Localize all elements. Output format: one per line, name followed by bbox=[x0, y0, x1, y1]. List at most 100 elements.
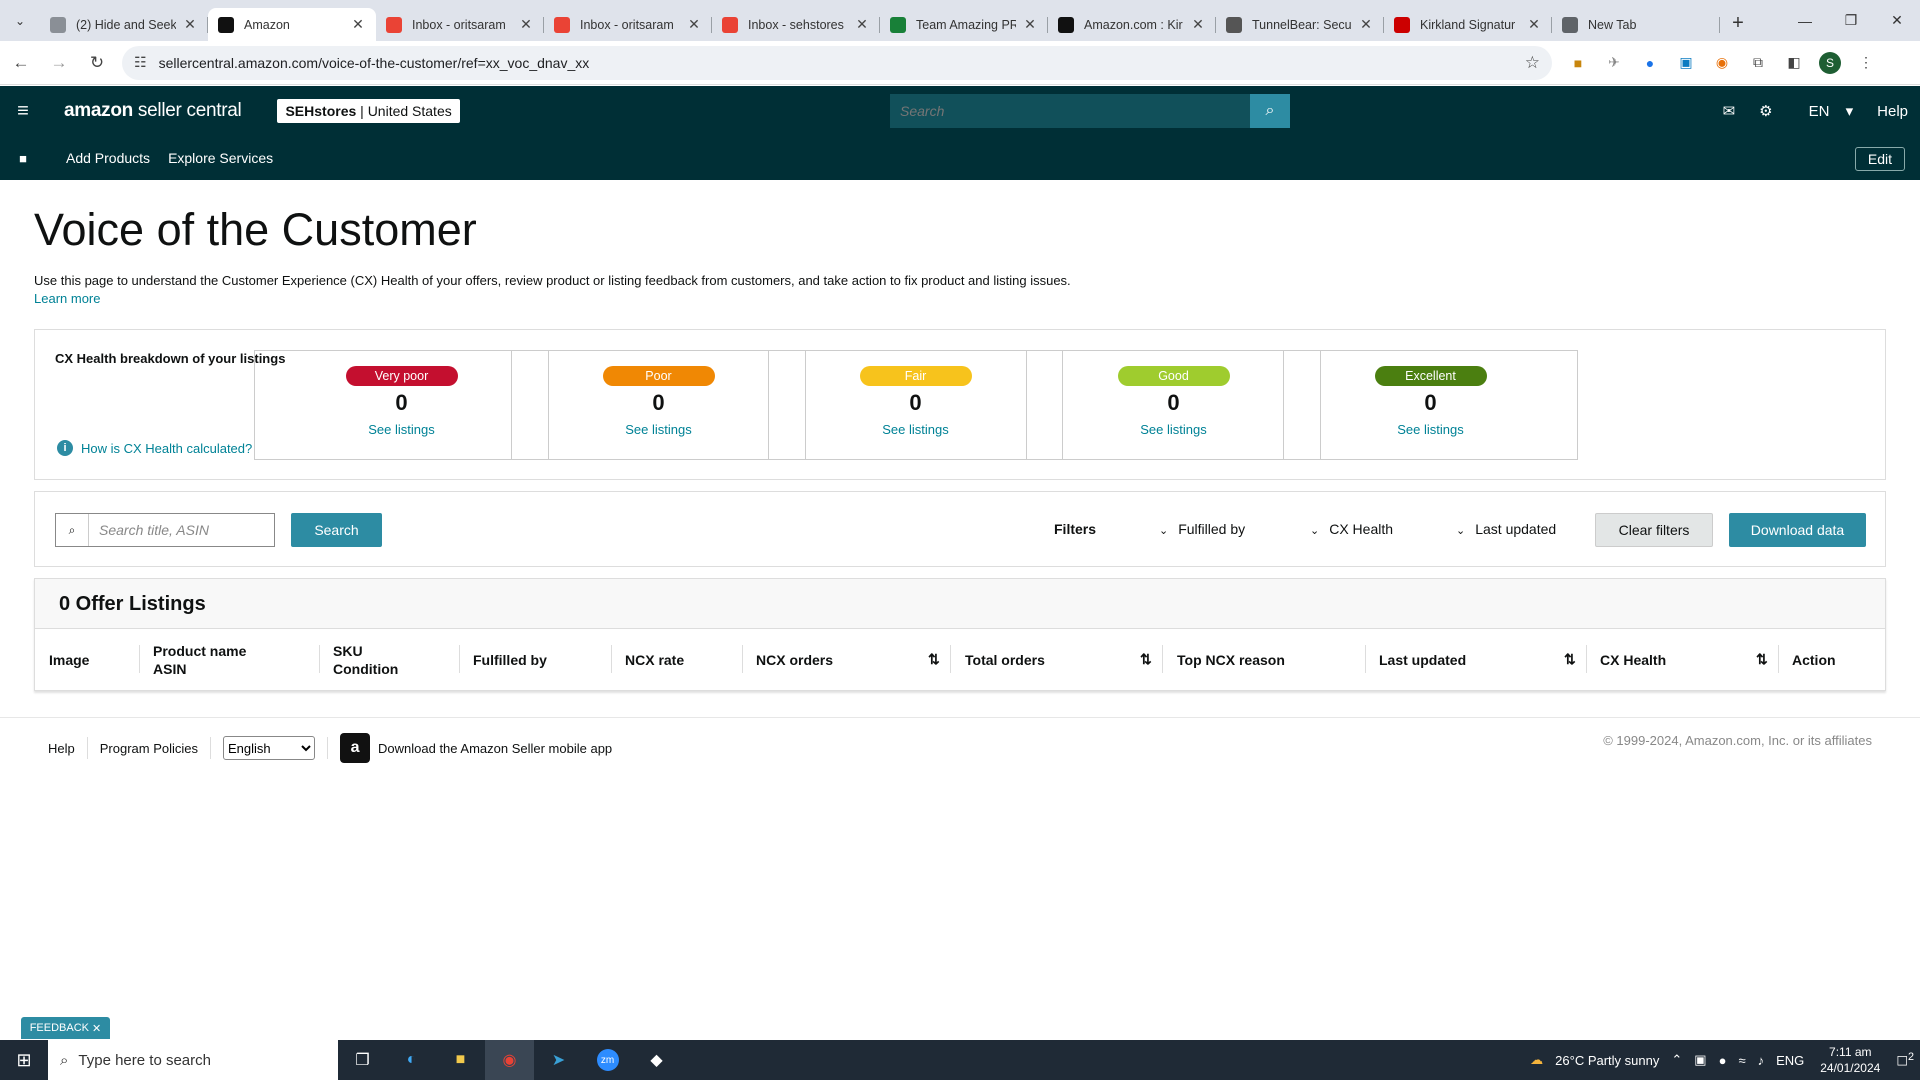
see-listings-link[interactable]: See listings bbox=[769, 422, 1062, 437]
header-search-input[interactable] bbox=[890, 94, 1250, 128]
col-last-updated[interactable]: Last updated bbox=[1379, 629, 1466, 691]
wifi-icon[interactable]: ≈ bbox=[1738, 1053, 1745, 1068]
clear-filters-button[interactable]: Clear filters bbox=[1595, 513, 1713, 547]
mobile-app-link[interactable]: Download the Amazon Seller mobile app bbox=[378, 741, 612, 756]
see-listings-link[interactable]: See listings bbox=[255, 422, 548, 437]
roblox-icon[interactable]: ◆ bbox=[632, 1040, 681, 1080]
close-tab-icon[interactable]: ✕ bbox=[854, 16, 870, 33]
notifications-icon[interactable]: ☐2 bbox=[1896, 1051, 1914, 1069]
help-link[interactable]: Help bbox=[1877, 103, 1908, 120]
search-button[interactable]: Search bbox=[291, 513, 382, 547]
browser-tab[interactable]: Kirkland Signatur ✕ bbox=[1384, 8, 1552, 41]
minimize-button[interactable]: — bbox=[1782, 0, 1828, 41]
language-selector[interactable]: EN ▾ bbox=[1797, 102, 1854, 120]
edge-icon[interactable]: ◐ bbox=[387, 1040, 436, 1080]
address-bar[interactable]: ☷ sellercentral.amazon.com/voice-of-the-… bbox=[122, 45, 1552, 80]
sort-icon[interactable]: ⇅ bbox=[928, 651, 940, 668]
reload-button[interactable]: ↻ bbox=[80, 46, 114, 80]
extension-icon[interactable]: ◉ bbox=[1704, 46, 1740, 80]
listing-search-field[interactable]: ⌕ Search title, ASIN bbox=[55, 513, 275, 547]
close-tab-icon[interactable]: ✕ bbox=[1526, 16, 1542, 33]
telegram-icon[interactable]: ➤ bbox=[534, 1040, 583, 1080]
extensions-puzzle-icon[interactable]: ⧉ bbox=[1740, 46, 1776, 80]
nav-add-products[interactable]: Add Products bbox=[66, 150, 150, 166]
new-tab-button[interactable]: + bbox=[1720, 7, 1756, 40]
col-total-orders[interactable]: Total orders bbox=[965, 629, 1045, 691]
close-tab-icon[interactable]: ✕ bbox=[350, 16, 366, 33]
site-info-icon[interactable]: ☷ bbox=[134, 54, 147, 71]
browser-tab[interactable]: Inbox - sehstores ✕ bbox=[712, 8, 880, 41]
feedback-button[interactable]: FEEDBACK ✕ bbox=[21, 1017, 110, 1039]
browser-tab[interactable]: New Tab bbox=[1552, 8, 1720, 41]
network-icon[interactable]: ▣ bbox=[1694, 1052, 1706, 1068]
close-tab-icon[interactable]: ✕ bbox=[182, 16, 198, 33]
file-explorer-icon[interactable]: ■ bbox=[436, 1040, 485, 1080]
nav-explore-services[interactable]: Explore Services bbox=[168, 150, 273, 166]
chevron-up-icon[interactable]: ⌃ bbox=[1671, 1052, 1682, 1068]
forward-button[interactable]: → bbox=[42, 46, 76, 80]
gear-icon[interactable]: ⚙ bbox=[1759, 102, 1772, 120]
back-button[interactable]: ← bbox=[4, 46, 38, 80]
sort-icon[interactable]: ⇅ bbox=[1564, 651, 1576, 668]
bookmark-star-icon[interactable]: ☆ bbox=[1525, 53, 1540, 73]
browser-tab[interactable]: TunnelBear: Secu ✕ bbox=[1216, 8, 1384, 41]
edit-nav-button[interactable]: Edit bbox=[1854, 147, 1905, 171]
amazon-app-icon[interactable]: a bbox=[340, 733, 371, 763]
extension-icon[interactable]: ▣ bbox=[1668, 46, 1704, 80]
close-tab-icon[interactable]: ✕ bbox=[686, 16, 702, 33]
profile-button[interactable]: S bbox=[1812, 46, 1848, 80]
browser-tab[interactable]: (2) Hide and Seek ✕ bbox=[40, 8, 208, 41]
col-ncx-orders[interactable]: NCX orders bbox=[756, 629, 833, 691]
restore-button[interactable]: ❐ bbox=[1828, 0, 1874, 41]
see-listings-link[interactable]: See listings bbox=[1284, 422, 1577, 437]
task-view-icon[interactable]: ❐ bbox=[338, 1040, 387, 1080]
col-cx-health[interactable]: CX Health bbox=[1600, 629, 1666, 691]
taskbar-search[interactable]: ⌕ Type here to search bbox=[48, 1040, 338, 1080]
language-select[interactable]: English bbox=[223, 736, 316, 760]
fulfilled-by-dropdown[interactable]: ⌄ Fulfilled by bbox=[1159, 521, 1245, 537]
learn-more-link[interactable]: Learn more bbox=[34, 291, 100, 306]
footer-help-link[interactable]: Help bbox=[48, 741, 75, 756]
see-listings-link[interactable]: See listings bbox=[512, 422, 805, 437]
search-icon[interactable]: ⌕ bbox=[1250, 94, 1290, 128]
seller-central-logo[interactable]: amazon seller central bbox=[64, 100, 242, 122]
browser-tab[interactable]: Inbox - oritsaram ✕ bbox=[544, 8, 712, 41]
last-updated-dropdown[interactable]: ⌄ Last updated bbox=[1456, 521, 1556, 537]
browser-tab[interactable]: Inbox - oritsaram ✕ bbox=[376, 8, 544, 41]
sort-icon[interactable]: ⇅ bbox=[1756, 651, 1768, 668]
store-selector[interactable]: SEHstores | United States bbox=[277, 99, 460, 123]
windows-start-icon[interactable]: ⊞ bbox=[0, 1040, 48, 1080]
chrome-icon[interactable]: ◉ bbox=[485, 1040, 534, 1080]
weather-text[interactable]: 26°C Partly sunny bbox=[1555, 1053, 1659, 1068]
menu-icon[interactable]: ≡ bbox=[0, 86, 46, 136]
see-listings-link[interactable]: See listings bbox=[1027, 422, 1320, 437]
side-panel-icon[interactable]: ◧ bbox=[1776, 46, 1812, 80]
tab-search-button[interactable]: ⌄ bbox=[0, 0, 40, 41]
extension-icon[interactable]: ✈ bbox=[1596, 46, 1632, 80]
cx-health-dropdown[interactable]: ⌄ CX Health bbox=[1310, 521, 1393, 537]
close-tab-icon[interactable]: ✕ bbox=[1358, 16, 1374, 33]
bookmark-icon[interactable]: ■ bbox=[0, 151, 46, 166]
close-tab-icon[interactable]: ✕ bbox=[1022, 16, 1038, 33]
close-tab-icon[interactable]: ✕ bbox=[518, 16, 534, 33]
extension-icon[interactable]: ■ bbox=[1560, 46, 1596, 80]
browser-tab[interactable]: Amazon ✕ bbox=[208, 8, 376, 41]
keyboard-language[interactable]: ENG bbox=[1776, 1053, 1804, 1068]
cx-health-help-link[interactable]: i How is CX Health calculated? bbox=[57, 440, 252, 456]
listing-search-input[interactable]: Search title, ASIN bbox=[89, 522, 209, 538]
url-text[interactable]: sellercentral.amazon.com/voice-of-the-cu… bbox=[159, 55, 1525, 71]
extension-icon[interactable]: ● bbox=[1632, 46, 1668, 80]
weather-icon[interactable]: ☁ bbox=[1530, 1052, 1543, 1068]
browser-tab[interactable]: Team Amazing PR ✕ bbox=[880, 8, 1048, 41]
mail-icon[interactable]: ✉ bbox=[1723, 102, 1736, 120]
zoom-icon[interactable]: zm bbox=[583, 1040, 632, 1080]
program-policies-link[interactable]: Program Policies bbox=[100, 741, 198, 756]
close-tab-icon[interactable]: ✕ bbox=[1190, 16, 1206, 33]
chrome-menu-icon[interactable]: ⋮ bbox=[1848, 46, 1884, 80]
volume-icon[interactable]: ♪ bbox=[1758, 1053, 1765, 1068]
download-data-button[interactable]: Download data bbox=[1729, 513, 1866, 547]
browser-tab[interactable]: Amazon.com : Kir ✕ bbox=[1048, 8, 1216, 41]
sort-icon[interactable]: ⇅ bbox=[1140, 651, 1152, 668]
clock[interactable]: 7:11 am 24/01/2024 bbox=[1820, 1044, 1880, 1076]
close-window-button[interactable]: ✕ bbox=[1874, 0, 1920, 41]
